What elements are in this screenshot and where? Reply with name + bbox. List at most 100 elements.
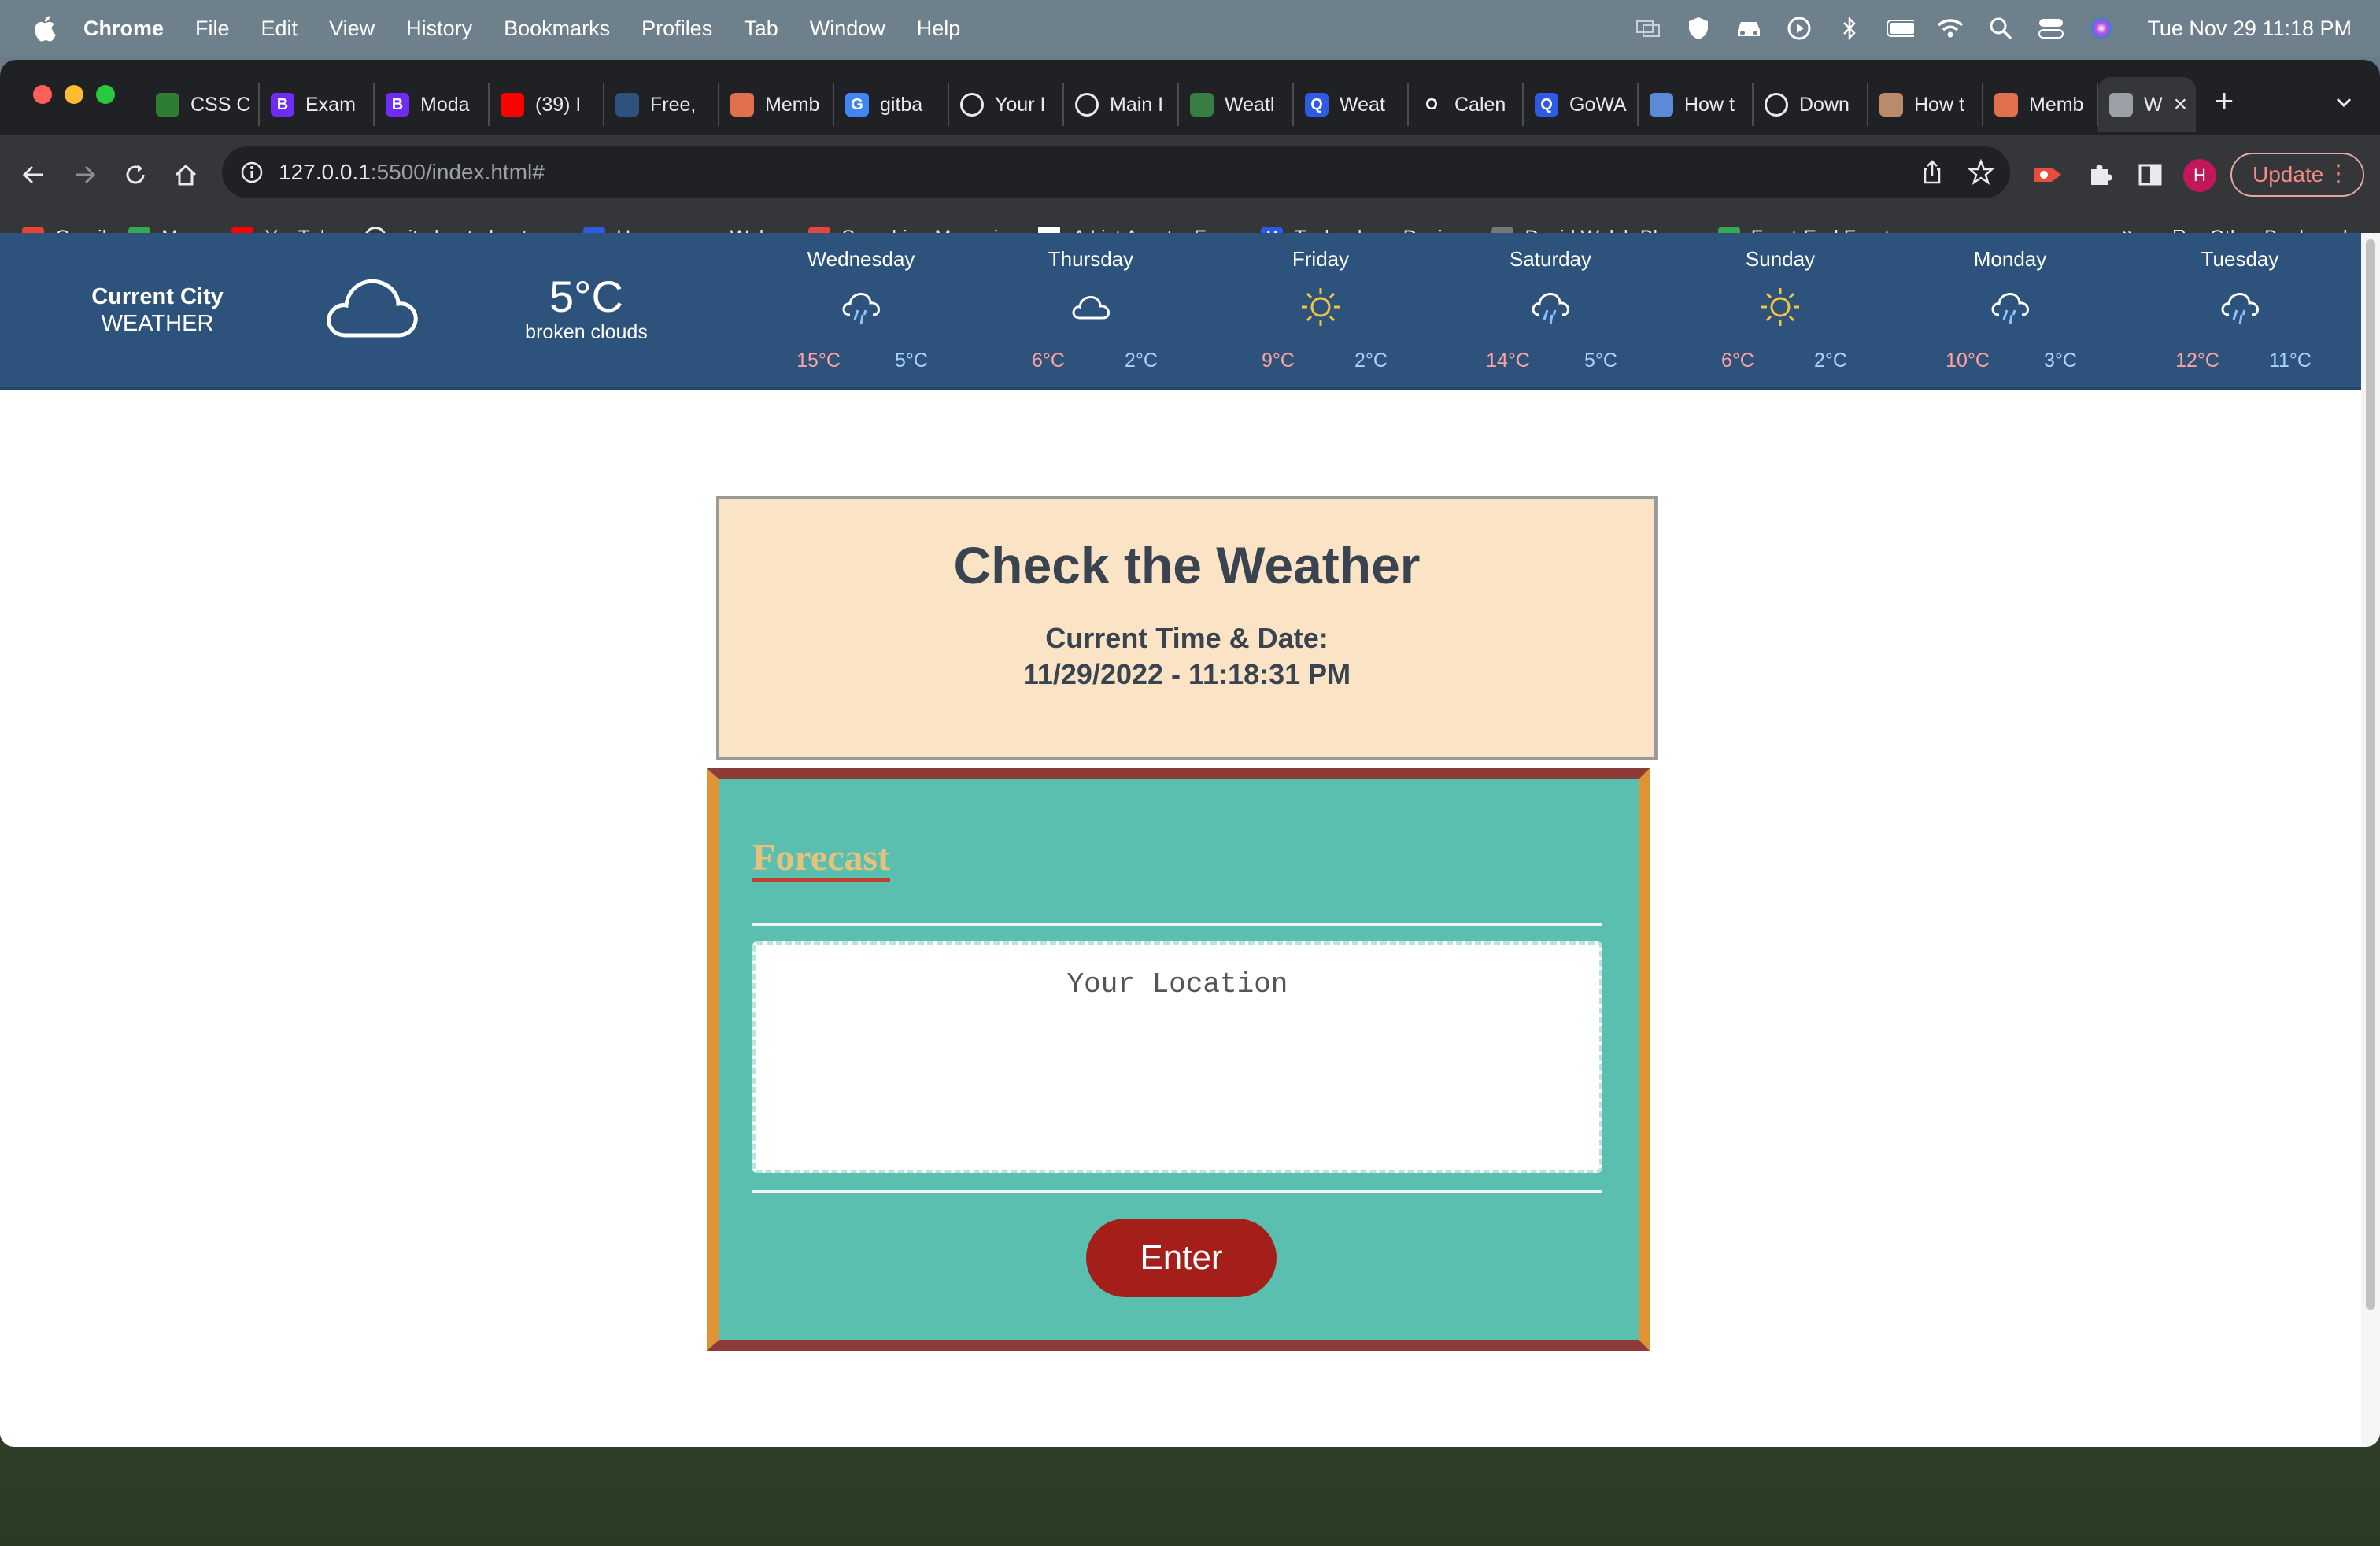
- high-temp: 12°C: [2175, 350, 2219, 372]
- scrollbar-thumb[interactable]: [2366, 239, 2375, 1310]
- tab-title: How t: [1914, 93, 1964, 116]
- forecast-heading[interactable]: Forecast: [752, 836, 890, 879]
- menu-bookmarks[interactable]: Bookmarks: [504, 17, 610, 41]
- close-window-button[interactable]: [33, 85, 52, 104]
- tab[interactable]: O Calen: [1409, 83, 1524, 126]
- profile-avatar[interactable]: H: [2183, 159, 2216, 192]
- menu-profiles[interactable]: Profiles: [641, 17, 712, 41]
- low-temp: 3°C: [2044, 350, 2077, 372]
- menu-history[interactable]: History: [406, 17, 472, 41]
- menubar-clock[interactable]: Tue Nov 29 11:18 PM: [2147, 17, 2352, 41]
- side-panel-icon[interactable]: [2133, 157, 2168, 192]
- update-button[interactable]: Update ⋮: [2230, 153, 2364, 197]
- download-icon: [1765, 93, 1788, 117]
- site-info-icon[interactable]: [239, 160, 264, 185]
- divider: [752, 923, 1602, 926]
- tab[interactable]: Memb: [1983, 83, 2098, 126]
- current-city: Current City WEATHER: [63, 283, 252, 337]
- tab[interactable]: How t: [1868, 83, 1983, 126]
- current-time-date: 11/29/2022 - 11:18:31 PM: [1022, 658, 1351, 690]
- rain-icon: [2216, 283, 2264, 331]
- tab-favicon-icon: B: [386, 93, 409, 117]
- location-input[interactable]: [752, 941, 1602, 1173]
- tab[interactable]: B Moda: [375, 83, 490, 126]
- vertical-scrollbar[interactable]: [2361, 233, 2380, 1447]
- share-icon[interactable]: [1919, 159, 1946, 186]
- menu-file[interactable]: File: [195, 17, 230, 41]
- tab-title: GoWA: [1569, 93, 1627, 116]
- new-tab-button[interactable]: +: [2208, 84, 2240, 117]
- low-temp: 2°C: [1125, 350, 1158, 372]
- tab[interactable]: (39) I: [490, 83, 604, 126]
- minimize-window-button[interactable]: [65, 85, 83, 104]
- forward-arrow-icon[interactable]: [68, 157, 102, 192]
- search-icon[interactable]: [1986, 14, 2015, 43]
- tab[interactable]: Down: [1754, 83, 1868, 126]
- tab-search-chevron-icon[interactable]: [2330, 88, 2358, 117]
- macos-menu-bar: Chrome File Edit View History Bookmarks …: [0, 0, 2380, 57]
- wifi-icon[interactable]: [1936, 14, 1964, 43]
- day-name: Sunday: [1745, 247, 1816, 271]
- siri-icon[interactable]: [2087, 14, 2116, 43]
- url-host: 127.0.0.1: [279, 160, 371, 184]
- zoom-window-button[interactable]: [96, 85, 115, 104]
- back-arrow-icon[interactable]: [16, 157, 50, 192]
- low-temp: 5°C: [895, 350, 928, 372]
- low-temp: 11°C: [2268, 350, 2312, 372]
- tab-title: Main I: [1110, 93, 1164, 116]
- menu-tab[interactable]: Tab: [744, 17, 778, 41]
- more-menu-icon[interactable]: ⋮: [2326, 162, 2350, 186]
- tab[interactable]: B Exam: [260, 83, 375, 126]
- check-weather-card: Check the Weather Current Time & Date: 1…: [716, 496, 1658, 760]
- screencastify-icon[interactable]: [2031, 157, 2065, 192]
- screen-mirror-icon[interactable]: [1634, 14, 1662, 43]
- tab[interactable]: Memb: [719, 83, 834, 126]
- globe-icon: [1650, 93, 1673, 117]
- menu-edit[interactable]: Edit: [261, 17, 298, 41]
- reload-icon[interactable]: [118, 157, 153, 192]
- apple-icon[interactable]: [28, 13, 60, 44]
- extensions-puzzle-icon[interactable]: [2082, 157, 2117, 192]
- tab-active[interactable]: W ×: [2098, 77, 2196, 132]
- tab-favicon-icon: B: [271, 93, 294, 117]
- menu-view[interactable]: View: [329, 17, 375, 41]
- tab-title: Weat: [1340, 93, 1385, 116]
- address-bar[interactable]: 127.0.0.1:5500/index.html#: [222, 146, 2010, 198]
- weather-description: broken clouds: [525, 321, 648, 343]
- menu-window[interactable]: Window: [810, 17, 885, 41]
- divider: [752, 1190, 1602, 1193]
- tab[interactable]: Main I: [1064, 83, 1179, 126]
- battery-icon[interactable]: [1886, 14, 1915, 43]
- shield-icon[interactable]: [1684, 14, 1713, 43]
- tab[interactable]: Weatl: [1179, 83, 1294, 126]
- rain-icon: [1986, 283, 2034, 331]
- tab-title: Memb: [765, 93, 820, 116]
- tab[interactable]: Your I: [949, 83, 1064, 126]
- car-icon[interactable]: [1735, 14, 1763, 43]
- tab[interactable]: Q Weat: [1294, 83, 1409, 126]
- tab[interactable]: Free,: [604, 83, 719, 126]
- tab-title: Free,: [650, 93, 697, 116]
- high-temp: 14°C: [1486, 350, 1530, 372]
- control-center-icon[interactable]: [2037, 14, 2065, 43]
- bookmark-star-icon[interactable]: [1967, 158, 1995, 186]
- menu-help[interactable]: Help: [917, 17, 961, 41]
- rain-icon: [837, 283, 885, 331]
- github-icon: [1075, 93, 1099, 117]
- close-tab-icon[interactable]: ×: [2174, 91, 2188, 118]
- tab[interactable]: Q GoWA: [1524, 83, 1639, 126]
- day-name: Saturday: [1509, 247, 1592, 271]
- enter-button[interactable]: Enter: [1086, 1219, 1277, 1297]
- tab[interactable]: CSS C: [145, 83, 260, 126]
- tab[interactable]: How t: [1639, 83, 1754, 126]
- low-temp: 2°C: [1354, 350, 1388, 372]
- bluetooth-icon[interactable]: [1835, 14, 1864, 43]
- play-circle-icon[interactable]: [1785, 14, 1813, 43]
- temperature-value: 5°C: [549, 272, 623, 321]
- home-icon[interactable]: [168, 157, 203, 192]
- tab[interactable]: Ggitba: [834, 83, 949, 126]
- menu-app-name[interactable]: Chrome: [83, 17, 164, 41]
- url-path: :5500/index.html#: [370, 160, 545, 184]
- forecast-day: Monday 10°C 3°C: [1895, 233, 2125, 387]
- weather-icon: [1190, 93, 1214, 117]
